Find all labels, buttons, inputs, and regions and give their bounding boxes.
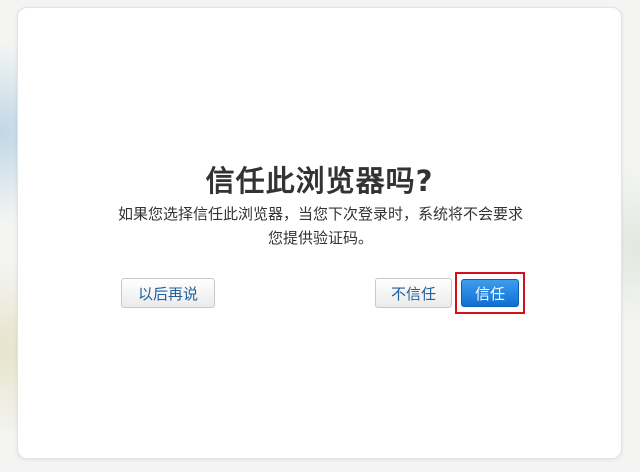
dialog-description: 如果您选择信任此浏览器，当您下次登录时，系统将不会要求您提供验证码。 [118, 205, 524, 247]
dont-trust-button[interactable]: 不信任 [375, 278, 452, 308]
later-button[interactable]: 以后再说 [121, 278, 215, 308]
trust-browser-dialog: 信任此浏览器吗? 如果您选择信任此浏览器，当您下次登录时，系统将不会要求您提供验… [17, 7, 622, 459]
trust-button[interactable]: 信任 [461, 279, 519, 307]
dialog-title: 信任此浏览器吗? [205, 164, 434, 198]
